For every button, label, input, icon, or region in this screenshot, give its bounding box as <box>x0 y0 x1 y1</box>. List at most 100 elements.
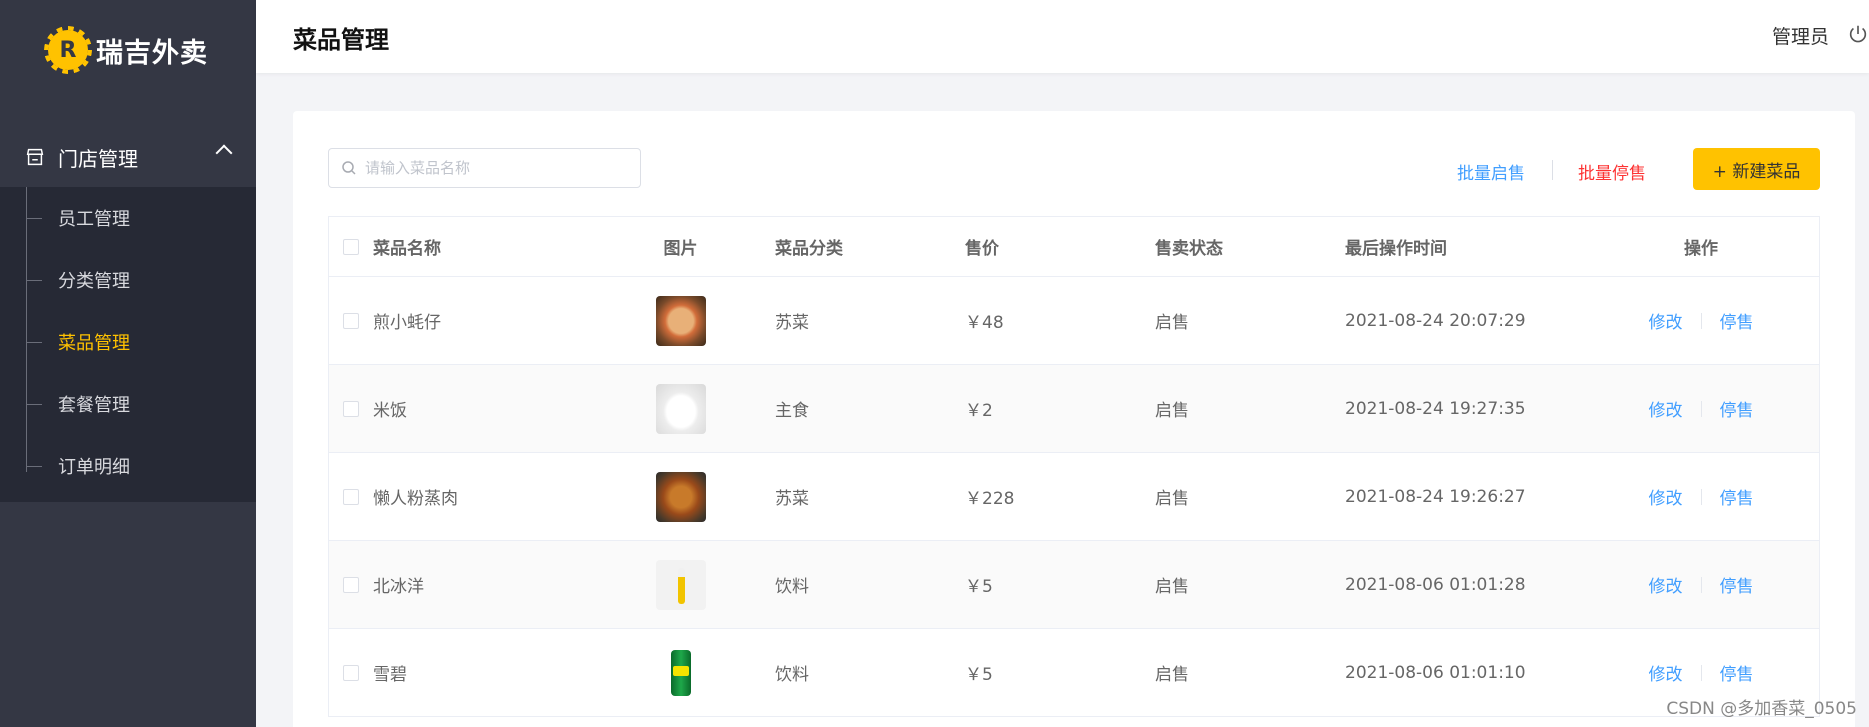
action-divider <box>1700 400 1702 417</box>
row-actions: 修改 停售 <box>1583 308 1819 333</box>
sidebar-item-employees[interactable]: 员工管理 <box>0 187 256 249</box>
batch-disable-link[interactable]: 批量停售 <box>1578 159 1646 184</box>
brand-logo[interactable]: R 瑞吉外卖 <box>0 0 256 100</box>
dish-name: 米饭 <box>373 401 407 421</box>
chevron-up-icon <box>215 144 233 162</box>
dish-table: 菜品名称 图片 菜品分类 售价 售卖状态 最后操作时间 操作 煎小蚝仔 苏菜 ￥… <box>328 216 1820 717</box>
batch-enable-link[interactable]: 批量启售 <box>1457 159 1525 184</box>
dish-time: 2021-08-24 19:27:35 <box>1345 398 1526 419</box>
sidebar-item-setmeals[interactable]: 套餐管理 <box>0 373 256 435</box>
dish-status: 启售 <box>1155 577 1189 597</box>
toolbar-divider <box>1552 160 1553 180</box>
dish-status: 启售 <box>1155 665 1189 685</box>
dish-image-cell <box>618 471 743 522</box>
drink-photo[interactable] <box>655 559 706 610</box>
edit-link[interactable]: 修改 <box>1649 308 1683 333</box>
action-divider <box>1700 576 1702 593</box>
table-row: 雪碧 饮料 ￥5 启售 2021-08-06 01:01:10 修改 停售 <box>329 629 1819 717</box>
sidebar-item-label: 订单明细 <box>58 457 130 478</box>
row-checkbox[interactable] <box>343 576 359 593</box>
content-card: 批量启售 批量停售 + 新建菜品 菜品名称 图片 菜品分类 售价 售卖状态 最后… <box>293 111 1855 727</box>
search-input[interactable] <box>365 159 625 177</box>
sidebar-item-orders[interactable]: 订单明细 <box>0 435 256 497</box>
col-header-time: 最后操作时间 <box>1345 239 1447 259</box>
table-row: 北冰洋 饮料 ￥5 启售 2021-08-06 01:01:28 修改 停售 <box>329 541 1819 629</box>
dish-image-cell <box>618 295 743 346</box>
brand-name: 瑞吉外卖 <box>96 37 208 69</box>
action-divider <box>1700 664 1702 681</box>
edit-link[interactable]: 修改 <box>1649 572 1683 597</box>
row-check-cell <box>329 488 373 505</box>
row-actions: 修改 停售 <box>1583 660 1819 685</box>
disable-link[interactable]: 停售 <box>1720 308 1754 333</box>
dish-category: 苏菜 <box>775 313 809 333</box>
dish-price: ￥228 <box>965 489 1015 509</box>
dish-price: ￥2 <box>965 401 993 421</box>
sidebar-item-label: 员工管理 <box>58 209 130 230</box>
dish-name: 懒人粉蒸肉 <box>373 489 458 509</box>
store-icon <box>26 148 44 166</box>
col-header-status: 售卖状态 <box>1155 239 1223 259</box>
dish-category: 苏菜 <box>775 489 809 509</box>
sidebar: R 瑞吉外卖 门店管理 员工管理 分类管理 菜品管理 套餐管理 订单明细 <box>0 0 256 727</box>
dish-photo[interactable] <box>655 295 706 346</box>
dish-status: 启售 <box>1155 313 1189 333</box>
sidebar-item-label: 菜品管理 <box>58 333 130 354</box>
disable-link[interactable]: 停售 <box>1720 484 1754 509</box>
dish-time: 2021-08-06 01:01:10 <box>1345 662 1526 683</box>
disable-link[interactable]: 停售 <box>1720 572 1754 597</box>
dish-time: 2021-08-06 01:01:28 <box>1345 574 1526 595</box>
edit-link[interactable]: 修改 <box>1649 660 1683 685</box>
logout-icon[interactable] <box>1847 23 1869 45</box>
user-name[interactable]: 管理员 <box>1772 22 1829 49</box>
top-header: 菜品管理 管理员 <box>256 0 1869 73</box>
row-checkbox[interactable] <box>343 400 359 417</box>
edit-link[interactable]: 修改 <box>1649 396 1683 421</box>
action-divider <box>1700 312 1702 329</box>
dish-image-cell <box>618 559 743 610</box>
row-checkbox[interactable] <box>343 312 359 329</box>
select-all-cell <box>329 238 373 255</box>
dish-price: ￥5 <box>965 577 993 597</box>
select-all-checkbox[interactable] <box>343 238 359 255</box>
dish-time: 2021-08-24 19:26:27 <box>1345 486 1526 507</box>
new-dish-button[interactable]: + 新建菜品 <box>1693 148 1820 190</box>
can-photo[interactable] <box>655 647 706 698</box>
watermark: CSDN @多加香菜_0505 <box>1666 699 1857 719</box>
row-check-cell <box>329 664 373 681</box>
row-check-cell <box>329 576 373 593</box>
dish-price: ￥5 <box>965 665 993 685</box>
rice-photo[interactable] <box>655 383 706 434</box>
col-header-image: 图片 <box>663 239 698 259</box>
row-actions: 修改 停售 <box>1583 484 1819 509</box>
table-row: 米饭 主食 ￥2 启售 2021-08-24 19:27:35 修改 停售 <box>329 365 1819 453</box>
dish-name: 北冰洋 <box>373 577 424 597</box>
search-box[interactable] <box>328 148 641 188</box>
row-checkbox[interactable] <box>343 488 359 505</box>
disable-link[interactable]: 停售 <box>1720 396 1754 421</box>
col-header-category: 菜品分类 <box>775 239 843 259</box>
page-title: 菜品管理 <box>293 26 389 54</box>
sidebar-group-label: 门店管理 <box>58 146 138 171</box>
dish-image-cell <box>618 383 743 434</box>
edit-link[interactable]: 修改 <box>1649 484 1683 509</box>
row-check-cell <box>329 312 373 329</box>
dish-time: 2021-08-24 20:07:29 <box>1345 310 1526 331</box>
dish-category: 饮料 <box>775 665 809 685</box>
sidebar-item-dishes[interactable]: 菜品管理 <box>0 311 256 373</box>
col-header-price: 售价 <box>965 239 999 259</box>
col-header-name: 菜品名称 <box>373 239 441 259</box>
col-header-actions: 操作 <box>1684 239 1718 259</box>
disable-link[interactable]: 停售 <box>1720 660 1754 685</box>
row-actions: 修改 停售 <box>1583 572 1819 597</box>
submenu: 员工管理 分类管理 菜品管理 套餐管理 订单明细 <box>0 187 256 502</box>
dish-category: 饮料 <box>775 577 809 597</box>
table-header-row: 菜品名称 图片 菜品分类 售价 售卖状态 最后操作时间 操作 <box>329 217 1819 277</box>
sidebar-item-categories[interactable]: 分类管理 <box>0 249 256 311</box>
sidebar-group-store[interactable]: 门店管理 <box>0 127 256 187</box>
table-row: 煎小蚝仔 苏菜 ￥48 启售 2021-08-24 20:07:29 修改 停售 <box>329 277 1819 365</box>
table-row: 懒人粉蒸肉 苏菜 ￥228 启售 2021-08-24 19:26:27 修改 … <box>329 453 1819 541</box>
dish-photo[interactable] <box>655 471 706 522</box>
row-checkbox[interactable] <box>343 664 359 681</box>
dish-status: 启售 <box>1155 489 1189 509</box>
